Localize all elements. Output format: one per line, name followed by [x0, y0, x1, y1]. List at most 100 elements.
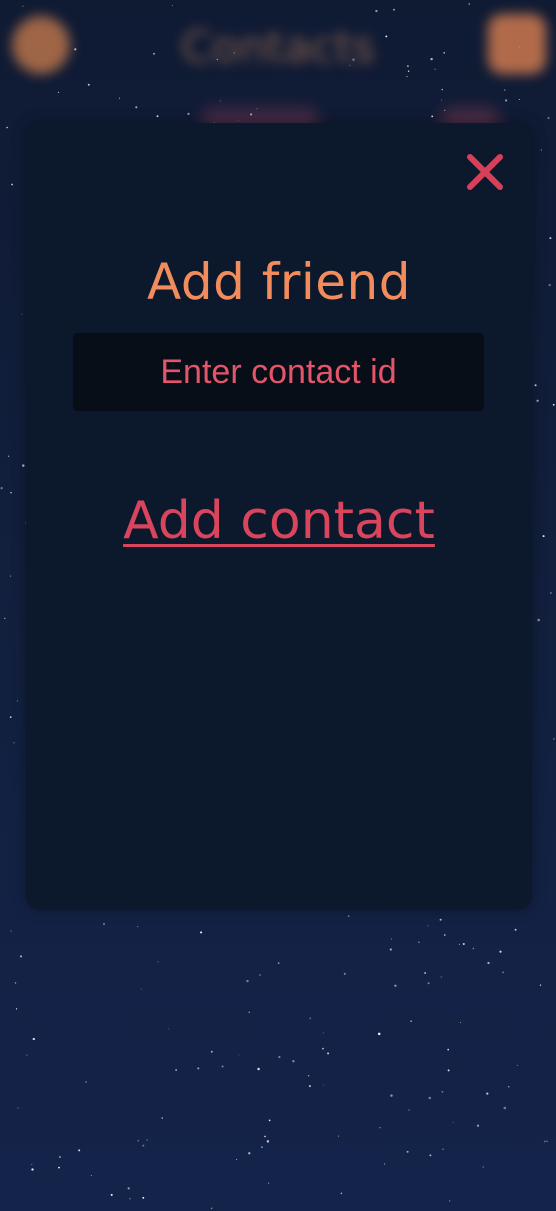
close-icon[interactable] [466, 153, 504, 191]
star [553, 738, 555, 740]
star [389, 948, 392, 951]
star [140, 988, 142, 990]
star [443, 934, 446, 936]
star [277, 962, 280, 965]
star [10, 930, 12, 932]
star [103, 923, 105, 925]
star [486, 1092, 489, 1095]
star [0, 486, 3, 490]
star [197, 1067, 200, 1070]
star [534, 384, 537, 387]
app-header: Contacts [0, 0, 556, 100]
star [221, 1065, 224, 1068]
star [248, 1152, 251, 1155]
star [8, 455, 10, 457]
star [322, 1047, 324, 1050]
star [338, 1135, 340, 1137]
star [340, 1192, 343, 1195]
star [175, 1069, 177, 1071]
star [266, 1140, 270, 1143]
star [406, 1150, 409, 1153]
star [90, 1175, 92, 1177]
star [219, 100, 221, 102]
star [268, 1182, 270, 1184]
star [248, 1011, 250, 1014]
star [11, 183, 13, 186]
star [257, 1067, 260, 1071]
star [238, 1054, 240, 1056]
star [210, 1207, 213, 1210]
star [379, 1127, 381, 1129]
star [458, 943, 461, 946]
star [543, 1140, 546, 1143]
star [502, 971, 505, 974]
star [550, 592, 552, 594]
star [58, 1166, 60, 1169]
star [210, 1050, 213, 1053]
star [441, 1090, 444, 1093]
star [442, 1148, 444, 1150]
star [548, 283, 551, 287]
star [542, 535, 545, 538]
star [110, 1193, 113, 1196]
star [137, 1139, 140, 1142]
star [58, 1155, 62, 1159]
star [547, 117, 550, 120]
star [514, 928, 517, 931]
star [377, 1032, 381, 1036]
star [508, 1086, 510, 1088]
star [146, 1139, 148, 1141]
star [429, 1154, 432, 1157]
star [142, 1196, 145, 1199]
star [552, 403, 555, 406]
star [236, 1158, 238, 1160]
star [472, 947, 474, 950]
star [6, 126, 8, 129]
star [26, 1054, 28, 1056]
star [137, 926, 139, 928]
star [31, 1163, 33, 1165]
add-contact-button[interactable]: Add contact [26, 489, 532, 553]
star [19, 955, 23, 958]
menu-icon[interactable] [488, 14, 546, 74]
star [447, 1069, 450, 1072]
star [427, 982, 430, 985]
star [539, 984, 542, 986]
star [85, 1081, 87, 1083]
star [540, 149, 543, 151]
star [10, 491, 12, 494]
page-title: Contacts [180, 22, 376, 73]
star [17, 1107, 19, 1109]
star [32, 1037, 35, 1041]
star [343, 972, 346, 975]
star [161, 1117, 163, 1119]
star [308, 1085, 311, 1088]
star [187, 112, 190, 115]
star [447, 1048, 450, 1051]
star [264, 1135, 266, 1138]
star [476, 1124, 480, 1127]
star [448, 1200, 451, 1202]
star [482, 1166, 484, 1168]
star [135, 106, 138, 109]
star [157, 961, 159, 963]
star [516, 1064, 518, 1066]
close-button[interactable] [466, 153, 504, 191]
contact-id-input[interactable] [73, 333, 484, 411]
star [487, 961, 490, 965]
star [292, 1060, 295, 1063]
star [384, 1163, 386, 1165]
star [22, 464, 25, 467]
star [168, 1028, 170, 1030]
star [536, 399, 539, 402]
star [246, 979, 249, 983]
star [78, 1149, 81, 1152]
star [546, 1140, 548, 1142]
star [309, 1017, 311, 1019]
star [31, 1168, 34, 1171]
star [268, 1119, 271, 1122]
star [156, 115, 159, 118]
star [410, 1020, 412, 1022]
star [10, 575, 12, 577]
star [462, 942, 465, 946]
